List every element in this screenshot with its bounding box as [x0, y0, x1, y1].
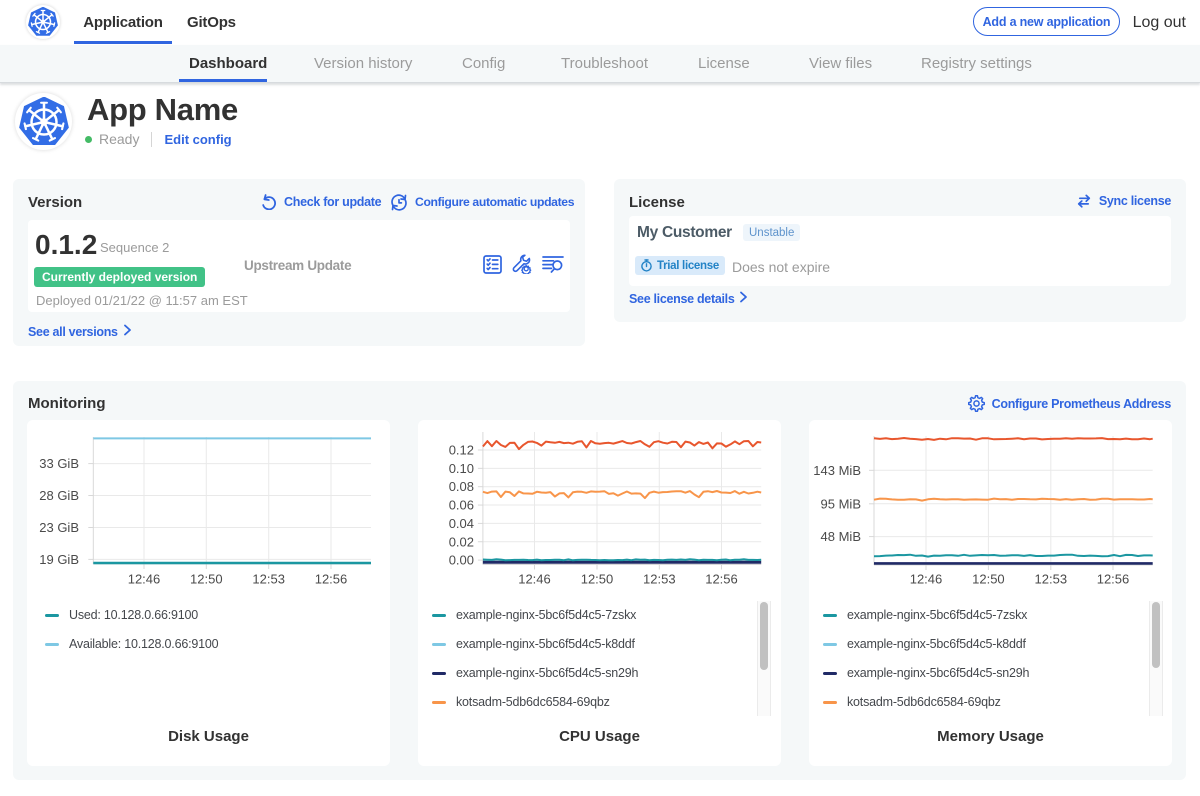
- svg-text:12:50: 12:50: [581, 572, 614, 587]
- svg-text:0.12: 0.12: [449, 443, 474, 458]
- svg-text:0.10: 0.10: [449, 461, 474, 476]
- svg-text:0.00: 0.00: [449, 553, 474, 568]
- svg-text:33 GiB: 33 GiB: [39, 456, 79, 471]
- svg-text:28 GiB: 28 GiB: [39, 488, 79, 503]
- svg-text:0.04: 0.04: [449, 516, 474, 531]
- svg-text:12:56: 12:56: [315, 572, 348, 587]
- svg-text:12:53: 12:53: [643, 572, 676, 587]
- svg-text:12:46: 12:46: [910, 572, 943, 587]
- svg-text:12:50: 12:50: [972, 572, 1005, 587]
- svg-text:12:56: 12:56: [1097, 572, 1130, 587]
- svg-text:0.08: 0.08: [449, 479, 474, 494]
- svg-text:0.06: 0.06: [449, 498, 474, 513]
- svg-text:0.02: 0.02: [449, 534, 474, 549]
- svg-text:12:50: 12:50: [190, 572, 223, 587]
- svg-text:23 GiB: 23 GiB: [39, 520, 79, 535]
- svg-text:12:46: 12:46: [518, 572, 551, 587]
- svg-text:95 MiB: 95 MiB: [821, 496, 861, 511]
- svg-text:12:53: 12:53: [1035, 572, 1068, 587]
- svg-text:19 GiB: 19 GiB: [39, 552, 79, 567]
- svg-text:12:46: 12:46: [128, 572, 161, 587]
- svg-text:12:53: 12:53: [252, 572, 285, 587]
- svg-text:48 MiB: 48 MiB: [821, 529, 861, 544]
- svg-text:12:56: 12:56: [705, 572, 738, 587]
- svg-text:143 MiB: 143 MiB: [813, 463, 861, 478]
